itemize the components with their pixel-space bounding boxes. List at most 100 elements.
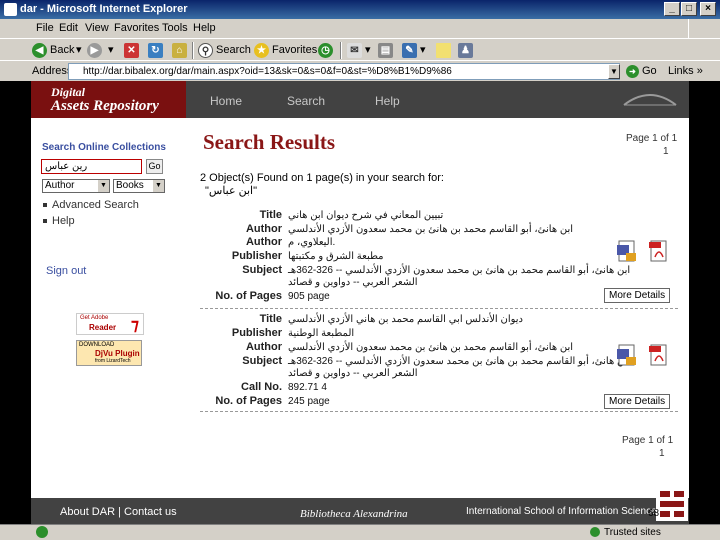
nav-search[interactable]: Search [287, 94, 325, 108]
pdf-file-icon[interactable] [648, 239, 670, 263]
print-button[interactable]: ▤ [378, 42, 396, 58]
search-input[interactable]: رين عباس [41, 159, 142, 174]
notes-button[interactable] [436, 42, 454, 58]
advanced-search-link[interactable]: Advanced Search [43, 199, 139, 211]
label-publisher: Publisher [231, 327, 282, 339]
chevron-down-icon: ▼ [98, 180, 109, 192]
back-button[interactable]: ◀ Back [32, 42, 74, 58]
bullet-icon [43, 203, 47, 208]
search-go-button[interactable]: Go [146, 159, 163, 174]
stop-button[interactable]: ✕ [124, 42, 142, 58]
messenger-button[interactable]: ♟ [458, 42, 476, 58]
djvu-file-icon[interactable] [616, 343, 638, 367]
close-button[interactable]: × [700, 2, 716, 16]
label-title: Title [259, 209, 282, 221]
favorites-button[interactable]: ★ Favorites [254, 42, 317, 58]
refresh-icon: ↻ [148, 42, 163, 58]
page-done-icon [36, 526, 48, 538]
links-button[interactable]: Links » [668, 65, 703, 77]
label-pages: No. of Pages [215, 395, 282, 407]
mail-button[interactable]: ✉ ▾ [347, 42, 371, 58]
forward-dropdown[interactable]: ▾ [108, 42, 114, 58]
search-field-select[interactable]: Author ▼ [42, 179, 110, 193]
item2-subject[interactable]: ابن هانئ، أبو القاسم محمد بن هانئ بن محم… [288, 356, 630, 367]
forward-button[interactable]: ▶ [87, 42, 105, 58]
result-divider [200, 411, 678, 412]
menu-tools[interactable]: Tools [162, 22, 188, 34]
home-button[interactable]: ⌂ [172, 42, 190, 58]
stop-icon: ✕ [124, 42, 139, 58]
toolbar-separator [192, 42, 194, 59]
footer-isis: International School of Information Scie… [466, 506, 657, 517]
address-dropdown[interactable]: ▼ [608, 64, 620, 79]
help-link[interactable]: Help [43, 215, 75, 227]
label-title: Title [259, 313, 282, 325]
footer-links: About DAR | Contact us [60, 506, 177, 518]
search-button[interactable]: ⚲ Search [198, 42, 251, 58]
pdf-file-icon[interactable] [648, 343, 670, 367]
label-author: Author [245, 223, 282, 235]
more-details-button[interactable]: More Details [604, 288, 671, 303]
item1-subject2[interactable]: الشعر العربي -- دواوين و قصائد [288, 277, 418, 288]
search-icon: ⚲ [198, 42, 213, 58]
about-link[interactable]: About DAR [60, 506, 115, 518]
back-dropdown[interactable]: ▾ [76, 42, 82, 58]
slide-number: 68 [648, 508, 660, 519]
home-icon: ⌂ [172, 42, 187, 58]
search-collections-title: Search Online Collections [42, 142, 166, 153]
title-bar: dar - Microsoft Internet Explorer _ □ × [0, 0, 720, 19]
history-button[interactable]: ◷ [318, 42, 336, 58]
address-label: Address [32, 65, 73, 77]
label-author: Author [245, 341, 282, 353]
page-indicator-top: Page 1 of 1 [626, 133, 678, 144]
security-zone: Trusted sites [590, 527, 661, 538]
menu-help[interactable]: Help [193, 22, 216, 34]
edit-button[interactable]: ✎ ▾ [402, 42, 426, 58]
address-bar: Address http://dar.bibalex.org/dar/main.… [0, 60, 720, 81]
adobe-reader-badge[interactable]: Get Adobe Reader ⁊ [76, 313, 144, 335]
item1-title[interactable]: تبيين المعاني في شرح ديوان ابن هاني [288, 210, 443, 221]
windows-logo-icon [688, 19, 718, 38]
star-icon: ★ [254, 42, 269, 58]
history-icon: ◷ [318, 42, 333, 58]
label-call-number: Call No. [241, 381, 282, 393]
menu-file[interactable]: File [36, 22, 54, 34]
djvu-plugin-badge[interactable]: DOWNLOAD DjVu Plugin from LizardTech [76, 340, 142, 366]
page-link-top[interactable]: 1 [663, 146, 669, 157]
dar-logo[interactable]: Digital Assets Repository [31, 81, 186, 118]
label-publisher: Publisher [231, 250, 282, 262]
page-title: Search Results [203, 130, 336, 154]
item2-publisher: المطبعة الوطنية [288, 328, 355, 339]
isis-logo [656, 485, 688, 521]
sign-out-link[interactable]: Sign out [46, 265, 86, 277]
item2-title[interactable]: ديوان الأندلس ابي القاسم محمد بن هاني ال… [288, 314, 523, 325]
collection-select[interactable]: Books ▼ [113, 179, 165, 193]
djvu-file-icon[interactable] [616, 239, 638, 263]
nav-help[interactable]: Help [375, 94, 400, 108]
item2-author[interactable]: ابن هانئ، أبو القاسم محمد بن هانئ بن محم… [288, 342, 573, 353]
refresh-button[interactable]: ↻ [148, 42, 166, 58]
menu-favorites[interactable]: Favorites [114, 22, 159, 34]
contact-link[interactable]: Contact us [124, 506, 177, 518]
back-arrow-icon: ◀ [32, 42, 47, 58]
page-indicator-bottom: Page 1 of 1 [622, 435, 674, 446]
maximize-button[interactable]: □ [681, 2, 697, 16]
bullet-icon [43, 219, 47, 224]
item2-subject2[interactable]: الشعر العربي -- دواوين و قصائد [288, 368, 418, 379]
edit-icon: ✎ [402, 42, 417, 58]
item1-author2[interactable]: اليعلاوي، م. [288, 237, 335, 248]
menu-edit[interactable]: Edit [59, 22, 78, 34]
address-input[interactable]: http://dar.bibalex.org/dar/main.aspx?oid… [68, 63, 620, 80]
print-icon: ▤ [378, 42, 393, 58]
page-link-bottom[interactable]: 1 [659, 448, 665, 459]
nav-home[interactable]: Home [210, 94, 242, 108]
go-button[interactable]: ➜ Go [626, 64, 657, 79]
item1-author[interactable]: ابن هانئ، أبو القاسم محمد بن هانئ بن محم… [288, 224, 573, 235]
toolbar-separator [340, 42, 342, 59]
more-details-button[interactable]: More Details [604, 394, 671, 409]
item2-pages: 245 page [288, 396, 330, 407]
minimize-button[interactable]: _ [664, 2, 680, 16]
menu-view[interactable]: View [85, 22, 109, 34]
result-divider [200, 308, 678, 309]
item1-subject[interactable]: ابن هانئ، أبو القاسم محمد بن هانئ بن محم… [288, 265, 630, 276]
